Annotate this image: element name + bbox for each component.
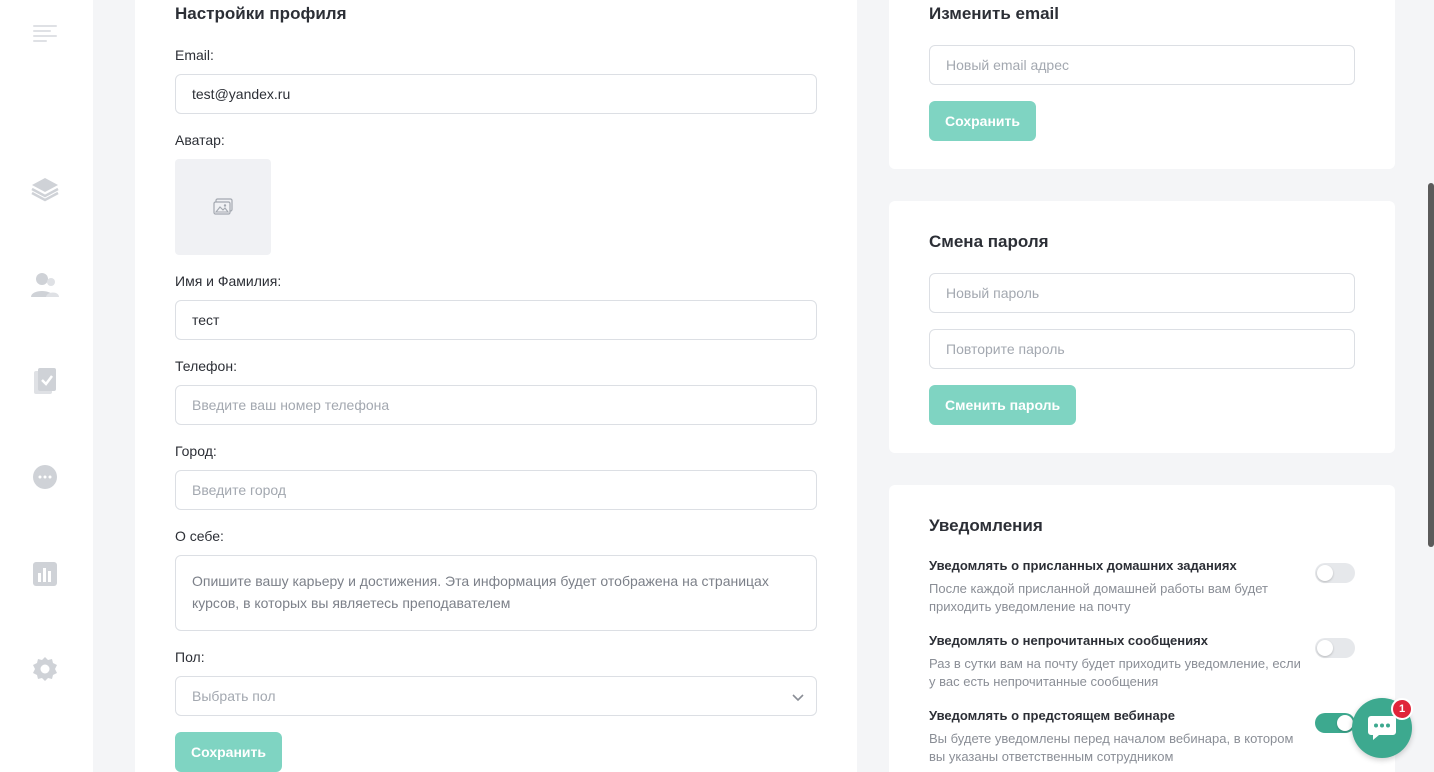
about-label: О себе: xyxy=(175,528,224,544)
repeat-password-input[interactable] xyxy=(929,329,1355,369)
chat-unread-badge: 1 xyxy=(1391,698,1413,720)
layers-icon[interactable] xyxy=(29,173,61,205)
change-email-title: Изменить email xyxy=(929,4,1059,23)
profile-title: Настройки профиля xyxy=(175,4,347,23)
image-icon xyxy=(213,198,233,215)
about-field[interactable] xyxy=(175,555,817,631)
notif-webinar-desc: Вы будете уведомлены перед началом вебин… xyxy=(929,731,1294,764)
settings-icon[interactable] xyxy=(29,653,61,685)
profile-save-button[interactable]: Сохранить xyxy=(175,732,282,772)
name-label: Имя и Фамилия: xyxy=(175,273,282,289)
gender-select-value: Выбрать пол xyxy=(192,688,276,704)
change-password-title: Смена пароля xyxy=(929,232,1049,251)
gender-select[interactable]: Выбрать пол xyxy=(175,676,817,716)
city-label: Город: xyxy=(175,443,217,459)
email-field[interactable] xyxy=(175,74,817,114)
scrollbar-thumb[interactable] xyxy=(1428,183,1434,547)
chat-icon[interactable] xyxy=(29,461,61,493)
sidebar xyxy=(0,0,93,772)
notif-messages-toggle[interactable] xyxy=(1315,638,1355,658)
notif-webinar-toggle[interactable] xyxy=(1315,713,1355,733)
notif-messages-title: Уведомлять о непрочитанных сообщениях xyxy=(929,633,1208,648)
chevron-down-icon xyxy=(792,694,804,702)
city-field[interactable] xyxy=(175,470,817,510)
toggle-knob xyxy=(1337,715,1353,731)
email-save-button[interactable]: Сохранить xyxy=(929,101,1036,141)
new-email-input[interactable] xyxy=(929,45,1355,85)
notif-homework-toggle[interactable] xyxy=(1315,563,1355,583)
chat-bubble-icon xyxy=(1368,716,1396,740)
avatar-upload[interactable] xyxy=(175,159,271,255)
gender-label: Пол: xyxy=(175,649,205,665)
notif-homework-title: Уведомлять о присланных домашних задания… xyxy=(929,558,1237,573)
name-field[interactable] xyxy=(175,300,817,340)
new-password-input[interactable] xyxy=(929,273,1355,313)
stats-icon[interactable] xyxy=(29,557,61,589)
notif-messages-desc: Раз в сутки вам на почту будет приходить… xyxy=(929,656,1301,689)
avatar-label: Аватар: xyxy=(175,132,225,148)
menu-icon[interactable] xyxy=(29,18,61,50)
phone-label: Телефон: xyxy=(175,358,237,374)
notifications-title: Уведомления xyxy=(929,516,1043,535)
notif-homework-desc: После каждой присланной домашней работы … xyxy=(929,581,1268,614)
notif-webinar-title: Уведомлять о предстоящем вебинаре xyxy=(929,708,1175,723)
users-icon[interactable] xyxy=(29,269,61,301)
toggle-knob xyxy=(1317,565,1333,581)
toggle-knob xyxy=(1317,640,1333,656)
tasks-icon[interactable] xyxy=(29,365,61,397)
change-password-button[interactable]: Сменить пароль xyxy=(929,385,1077,425)
phone-field[interactable] xyxy=(175,385,817,425)
email-label: Email: xyxy=(175,47,214,63)
